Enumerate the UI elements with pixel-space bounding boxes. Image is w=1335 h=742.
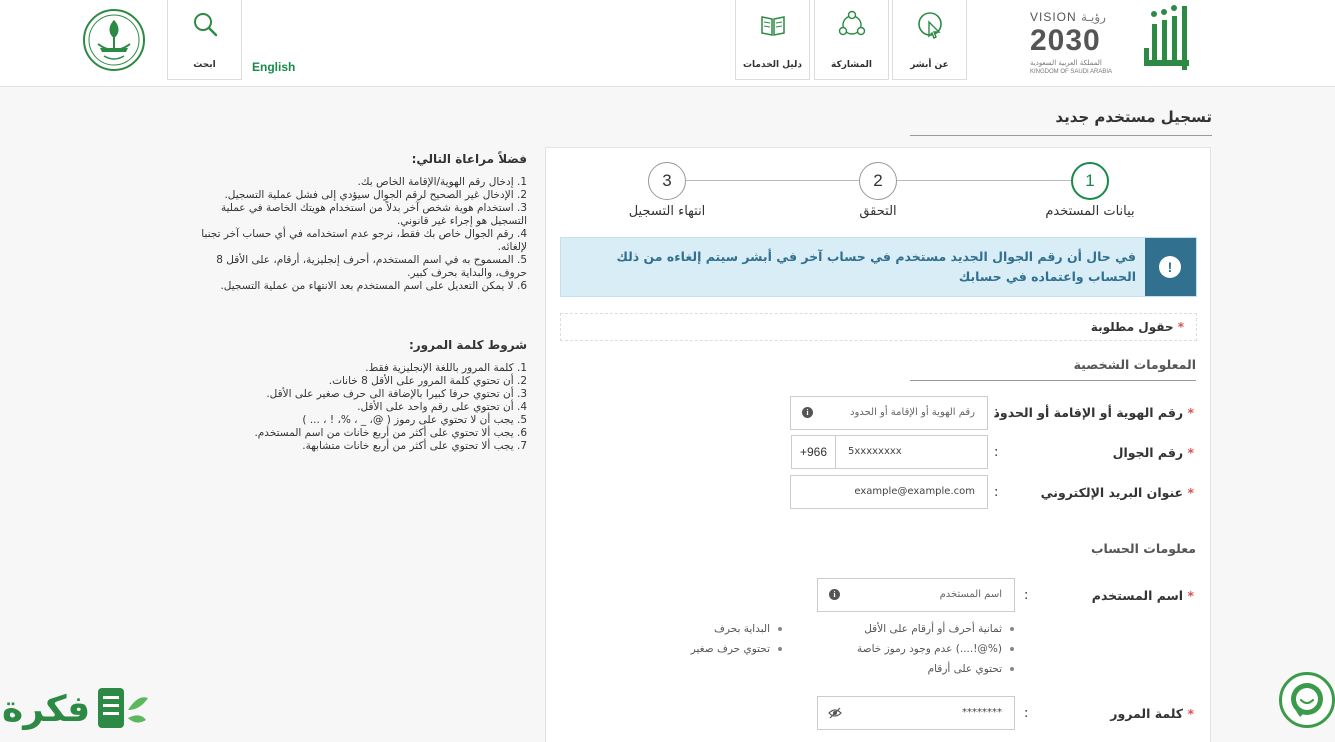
- required-note-text: حقول مطلوبة: [1090, 320, 1174, 334]
- mobile-number-input[interactable]: +966 5xxxxxxxx: [791, 435, 988, 469]
- list-item: 6. لا يمكن التعديل على اسم المستخدم بعد …: [220, 280, 527, 292]
- step-1-circle: 1: [1071, 162, 1109, 200]
- username-colon: :: [1024, 588, 1029, 603]
- notes-title: فضلاً مراعاة التالي:: [411, 152, 527, 166]
- search-icon: [193, 13, 217, 37]
- password-masked-value: ********: [962, 707, 1002, 718]
- list-item: 3. أن تحتوي حرفا كبيرا بالإضافة الى حرف …: [266, 388, 527, 400]
- mobile-colon: :: [994, 445, 999, 460]
- search-button[interactable]: ابحث: [167, 0, 242, 80]
- info-icon[interactable]: i: [802, 407, 813, 418]
- registration-form-panel: 1 2 3 بيانات المستخدم التحقق انتهاء التس…: [545, 147, 1211, 742]
- username-hint-item: البداية بحرف: [714, 623, 782, 635]
- list-item: 5. يجب أن لا تحتوي على رموز ( @، _ ، %، …: [302, 414, 527, 426]
- vision-2030-logo: VISION رؤيـة 2030 المملكة العربية السعود…: [1030, 10, 1130, 78]
- list-item: 5. المسموح به في اسم المستخدم، أحرف إنجل…: [216, 254, 527, 279]
- id-number-placeholder: رقم الهوية أو الإقامة أو الحدود: [850, 407, 975, 418]
- nav-about-label: عن أبشر: [910, 60, 949, 70]
- step-2-label: التحقق: [859, 204, 897, 219]
- password-rules-title: شروط كلمة المرور:: [408, 338, 527, 352]
- nav-participation[interactable]: المشاركة: [814, 0, 889, 80]
- username-field-label: اسم المستخدم *: [1091, 588, 1194, 603]
- eye-slash-icon[interactable]: [828, 706, 842, 720]
- mobile-number-placeholder: 5xxxxxxxx: [848, 446, 902, 457]
- username-hint-item: تحتوي حرف صغير: [691, 643, 782, 655]
- nav-participation-label: المشاركة: [831, 60, 872, 70]
- alert-text: في حال أن رقم الجوال الجديد مستخدم في حس…: [616, 249, 1136, 284]
- registration-notes: فضلاً مراعاة التالي: 1. إدخال رقم الهوية…: [185, 152, 527, 293]
- fikra-logo: فكرة: [0, 680, 152, 742]
- list-item: 6. يجب ألا تحتوي على أكثر من أربع خانات …: [254, 427, 527, 439]
- country-code-prefix: +966: [792, 436, 836, 468]
- vision-subtitle-ar: المملكة العربية السعودية: [1030, 59, 1102, 67]
- fikra-brand-text: فكرة: [2, 689, 91, 730]
- vision-subtitle-en: KINGDOM OF SAUDI ARABIA: [1030, 69, 1113, 75]
- id-field-label: رقم الهوية أو الإقامة أو الحدود *: [993, 405, 1194, 420]
- personal-info-section-title: المعلومات الشخصية: [910, 357, 1196, 381]
- required-fields-note: حقول مطلوبة *: [560, 313, 1197, 341]
- password-field-label: كلمة المرور *: [1110, 706, 1194, 721]
- list-item: 2. الإدخال غير الصحيح لرقم الجوال سيؤدي …: [224, 189, 527, 201]
- list-item: 4. أن تحتوي على رقم واحد على الأقل.: [357, 401, 527, 413]
- page-title: تسجيل مستخدم جديد: [910, 108, 1212, 136]
- search-label: ابحث: [193, 60, 216, 70]
- chat-support-button[interactable]: [1279, 672, 1335, 728]
- email-colon: :: [994, 485, 999, 500]
- vision-year: 2030: [1030, 24, 1101, 57]
- username-input[interactable]: i اسم المستخدم: [817, 578, 1015, 612]
- chat-smile-icon: [1291, 683, 1323, 717]
- password-input[interactable]: ********: [817, 696, 1015, 730]
- account-info-section-title: معلومات الحساب: [1090, 541, 1196, 556]
- absher-logo-icon: [1144, 5, 1189, 70]
- mobile-field-label: رقم الجوال *: [1112, 445, 1194, 460]
- nav-services-guide[interactable]: دليل الخدمات: [735, 0, 810, 80]
- header: VISION رؤيـة 2030 المملكة العربية السعود…: [0, 0, 1335, 87]
- cursor-click-icon: [917, 12, 942, 39]
- id-number-input[interactable]: i رقم الهوية أو الإقامة أو الحدود: [790, 396, 988, 430]
- list-item: 4. رقم الجوال خاص بك فقط، نرجو عدم استخد…: [201, 228, 527, 253]
- list-item: 1. إدخال رقم الهوية/الإقامة الخاص بك.: [357, 176, 527, 188]
- password-colon: :: [1024, 706, 1029, 721]
- step-1-label: بيانات المستخدم: [1045, 204, 1135, 219]
- password-rules: شروط كلمة المرور: 1. كلمة المرور باللغة …: [185, 338, 527, 453]
- people-network-icon: [838, 10, 865, 36]
- book-icon: [760, 16, 785, 36]
- id-colon: :: [994, 405, 999, 420]
- alert-icon-box: !: [1145, 238, 1196, 296]
- step-3-label: انتهاء التسجيل: [628, 204, 706, 219]
- list-item: 1. كلمة المرور باللغة الإنجليزية فقط.: [365, 362, 527, 374]
- exclamation-icon: !: [1159, 256, 1181, 278]
- username-hint-item: عدم وجود رموز خاصة (....!@%): [857, 643, 1014, 655]
- list-item: 3. استخدام هوية شخص آخر بدلاً من استخدام…: [220, 202, 527, 227]
- list-item: 7. يجب ألا تحتوي على أكثر من أربع خانات …: [302, 440, 527, 452]
- email-input[interactable]: example@example.com: [790, 475, 988, 509]
- username-hint-item: ثمانية أحرف أو أرقام على الأقل: [864, 623, 1014, 635]
- email-placeholder: example@example.com: [854, 486, 975, 497]
- list-item: 2. أن تحتوي كلمة المرور على الأقل 8 خانا…: [328, 375, 527, 387]
- email-field-label: عنوان البريد الإلكتروني *: [1040, 485, 1194, 500]
- ministry-emblem: [82, 8, 146, 72]
- step-2-circle: 2: [859, 162, 897, 200]
- info-icon[interactable]: i: [829, 589, 840, 600]
- nav-services-guide-label: دليل الخدمات: [743, 60, 802, 70]
- language-english-link[interactable]: English: [252, 60, 295, 74]
- info-alert: ! في حال أن رقم الجوال الجديد مستخدم في …: [560, 237, 1197, 297]
- nav-about-absher[interactable]: عن أبشر: [892, 0, 967, 80]
- absher-logo[interactable]: [1138, 2, 1194, 78]
- step-3-circle: 3: [648, 162, 686, 200]
- notes-list: 1. إدخال رقم الهوية/الإقامة الخاص بك. 2.…: [185, 176, 527, 293]
- username-hint-item: تحتوي على أرقام: [928, 663, 1014, 675]
- required-star: *: [1177, 320, 1184, 334]
- password-rules-list: 1. كلمة المرور باللغة الإنجليزية فقط. 2.…: [185, 362, 527, 453]
- ministry-emblem-icon: [83, 9, 145, 71]
- username-placeholder: اسم المستخدم: [939, 589, 1002, 600]
- vision-title: VISION رؤيـة: [1030, 10, 1106, 24]
